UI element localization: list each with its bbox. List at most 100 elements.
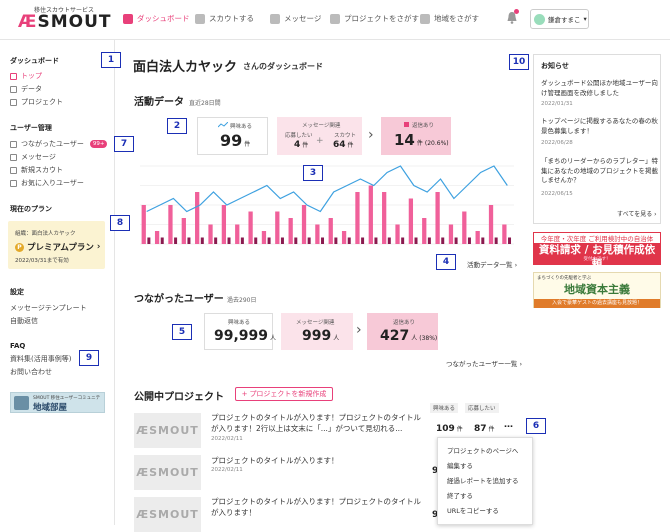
project-title[interactable]: プロジェクトのタイトルが入ります！プロジェクトのタイトルが入ります！: [211, 496, 423, 518]
nav-find-project[interactable]: プロジェクトをさがす: [330, 13, 419, 24]
scout-value: 64 件: [333, 140, 354, 150]
news-see-all-label: すべてを見る: [617, 211, 653, 218]
request-materials-banner[interactable]: 今年度・次年度 ご利用検討中の自治体 資料請求 / お見積作成依頼 受付中です！: [533, 232, 661, 270]
menu-item-add-report[interactable]: 経過レポートを追加する: [447, 475, 519, 485]
chevron-right-icon: ›: [96, 242, 101, 252]
menu-item-project-page[interactable]: プロジェクトのページへ: [447, 445, 518, 455]
chart-bar: [195, 192, 200, 244]
sidebar-section-plan: 現在のプラン: [10, 205, 52, 213]
news-item[interactable]: トップページに掲載するあなたの春の秋景色募集します！: [541, 117, 659, 136]
chart-bar-secondary: [494, 237, 498, 244]
chart-bar: [488, 205, 494, 244]
project-title[interactable]: プロジェクトのタイトルが入ります！: [211, 455, 423, 466]
chart-bar-secondary: [160, 237, 164, 244]
logo-text: SMOUT: [37, 12, 112, 32]
activity-chart: [140, 165, 514, 245]
community-banner[interactable]: SMOUT 移住ユーザーコミュニティ 地域部屋: [10, 392, 105, 413]
sidebar-item-message-template[interactable]: メッセージテンプレート: [10, 303, 87, 313]
plan-valid-until: 2022/03/31まで有効: [15, 258, 69, 264]
projects-title: 公開中プロジェクト: [134, 392, 224, 403]
plan-name-row: P プレミアムプラン ›: [15, 241, 100, 253]
reply-label: 返信あり: [412, 123, 435, 129]
sidebar-section-faq: FAQ: [10, 342, 26, 350]
page-title: 面白法人カヤック: [133, 60, 238, 75]
project-apply-count: 87 件: [474, 424, 495, 434]
sidebar-item-auto-reply[interactable]: 自動返信: [10, 316, 38, 326]
project-thumbnail[interactable]: ÆSMOUT: [134, 497, 201, 532]
sidebar-item-materials[interactable]: 資料集(活用事例等): [10, 354, 71, 364]
reply-square-icon: [404, 122, 409, 127]
smout-logo[interactable]: ÆSMOUT: [18, 12, 111, 32]
project-options-menu: プロジェクトのページへ 編集する 経過レポートを追加する 終了する URLをコピ…: [437, 437, 533, 525]
message-icon: [270, 13, 280, 24]
menu-item-end[interactable]: 終了する: [447, 490, 473, 500]
count-badge: 99+: [89, 140, 108, 148]
project-thumbnail[interactable]: ÆSMOUT: [134, 413, 201, 448]
chart-bar: [154, 231, 160, 244]
menu-item-edit[interactable]: 編集する: [447, 460, 473, 470]
project-apply-unit: 件: [488, 426, 495, 433]
more-options-icon[interactable]: …: [504, 420, 513, 430]
connected-users-link[interactable]: つながったユーザー一覧 ›: [446, 358, 522, 368]
connected-reply-value: 427 人 (38%): [380, 328, 437, 344]
reply-unit: 件: [416, 140, 423, 147]
connected-message-unit: 人: [333, 335, 340, 342]
menu-item-copy-url[interactable]: URLをコピーする: [447, 505, 499, 515]
connected-interested-unit: 人: [270, 335, 277, 342]
chart-bar: [355, 192, 360, 244]
chart-bar: [408, 198, 414, 244]
sidebar-item-favorite-users[interactable]: お気に入りユーザー: [10, 178, 84, 188]
regional-capitalism-banner[interactable]: まちづくりの先駆者と学ぶ 地域資本主義 入会で豪華ゲストの過去講座も見放題！: [533, 272, 661, 308]
search-icon: [330, 13, 340, 24]
connected-reply-label: 返信あり: [393, 320, 416, 326]
chart-bar: [475, 231, 480, 244]
chart-bar-secondary: [174, 237, 178, 244]
scout-icon: [10, 166, 17, 174]
plus-sign: +: [316, 136, 324, 146]
page-title-suffix: さんのダッシュボード: [243, 62, 323, 71]
chart-bar: [368, 185, 373, 244]
chart-bar-secondary: [454, 237, 458, 244]
ad2-bottom-text: 入会で豪華ゲストの過去講座も見放題！: [534, 299, 660, 308]
logo-ae-mark: Æ: [18, 12, 38, 32]
sidebar-item-message[interactable]: メッセージ: [10, 152, 56, 162]
apply-unit: 件: [302, 142, 309, 149]
nav-find-region[interactable]: 地域をさがす: [420, 13, 479, 24]
sidebar-item-contact[interactable]: お問い合わせ: [10, 367, 52, 377]
project-thumbnail[interactable]: ÆSMOUT: [134, 455, 201, 490]
map-pin-icon: [420, 13, 430, 24]
sidebar-item-data[interactable]: データ: [10, 84, 42, 94]
project-interested-unit: 件: [456, 426, 463, 433]
chart-bar: [382, 192, 387, 244]
users-icon: [10, 140, 17, 148]
chat-icon: [10, 153, 17, 161]
interested-number: 99: [220, 131, 243, 150]
project-title[interactable]: プロジェクトのタイトルが入ります！プロジェクトのタイトルが入ります！2行以上は文…: [211, 412, 423, 434]
scout-unit: 件: [347, 142, 354, 149]
annotation-marker-6: 6: [526, 418, 546, 434]
nav-scout[interactable]: スカウトする: [195, 13, 254, 24]
project-date: 2022/02/11: [211, 467, 243, 473]
news-item[interactable]: 「まちのリーダーからのラブレター」特集にあなたの地域のプロジェクトを掲載しません…: [541, 157, 659, 186]
chart-bar-secondary: [467, 237, 471, 244]
news-see-all-link[interactable]: すべてを見る ›: [617, 209, 657, 218]
nav-message[interactable]: メッセージ: [270, 13, 321, 24]
chart-bar-secondary: [147, 237, 151, 244]
nav-dashboard[interactable]: ダッシュボード: [123, 13, 190, 24]
sidebar-item-top[interactable]: トップ: [10, 71, 42, 81]
user-menu[interactable]: 鎌倉すまこ ▾: [530, 9, 589, 29]
project-date: 2022/02/11: [211, 436, 243, 442]
chart-bar: [315, 224, 320, 244]
activity-data-link[interactable]: 活動データ一覧 ›: [467, 259, 517, 269]
sidebar-item-label: トップ: [21, 72, 42, 80]
chart-bar-secondary: [387, 237, 391, 244]
connected-period: 過去290日: [227, 297, 257, 304]
plan-card[interactable]: 組織：面白法人カヤック P プレミアムプラン › 2022/03/31まで有効: [8, 221, 105, 269]
sidebar-item-new-scout[interactable]: 新規スカウト: [10, 165, 63, 175]
chart-bar-secondary: [481, 237, 485, 244]
news-item[interactable]: ダッシュボード公開ほか地域ユーザー向け管理画面を改修しました: [541, 79, 659, 98]
new-project-button[interactable]: + プロジェクトを新規作成: [235, 387, 333, 401]
sidebar-item-project[interactable]: プロジェクト: [10, 97, 63, 107]
chart-bar: [141, 205, 146, 244]
sidebar-item-connected-users[interactable]: つながったユーザー 99+: [10, 139, 108, 149]
